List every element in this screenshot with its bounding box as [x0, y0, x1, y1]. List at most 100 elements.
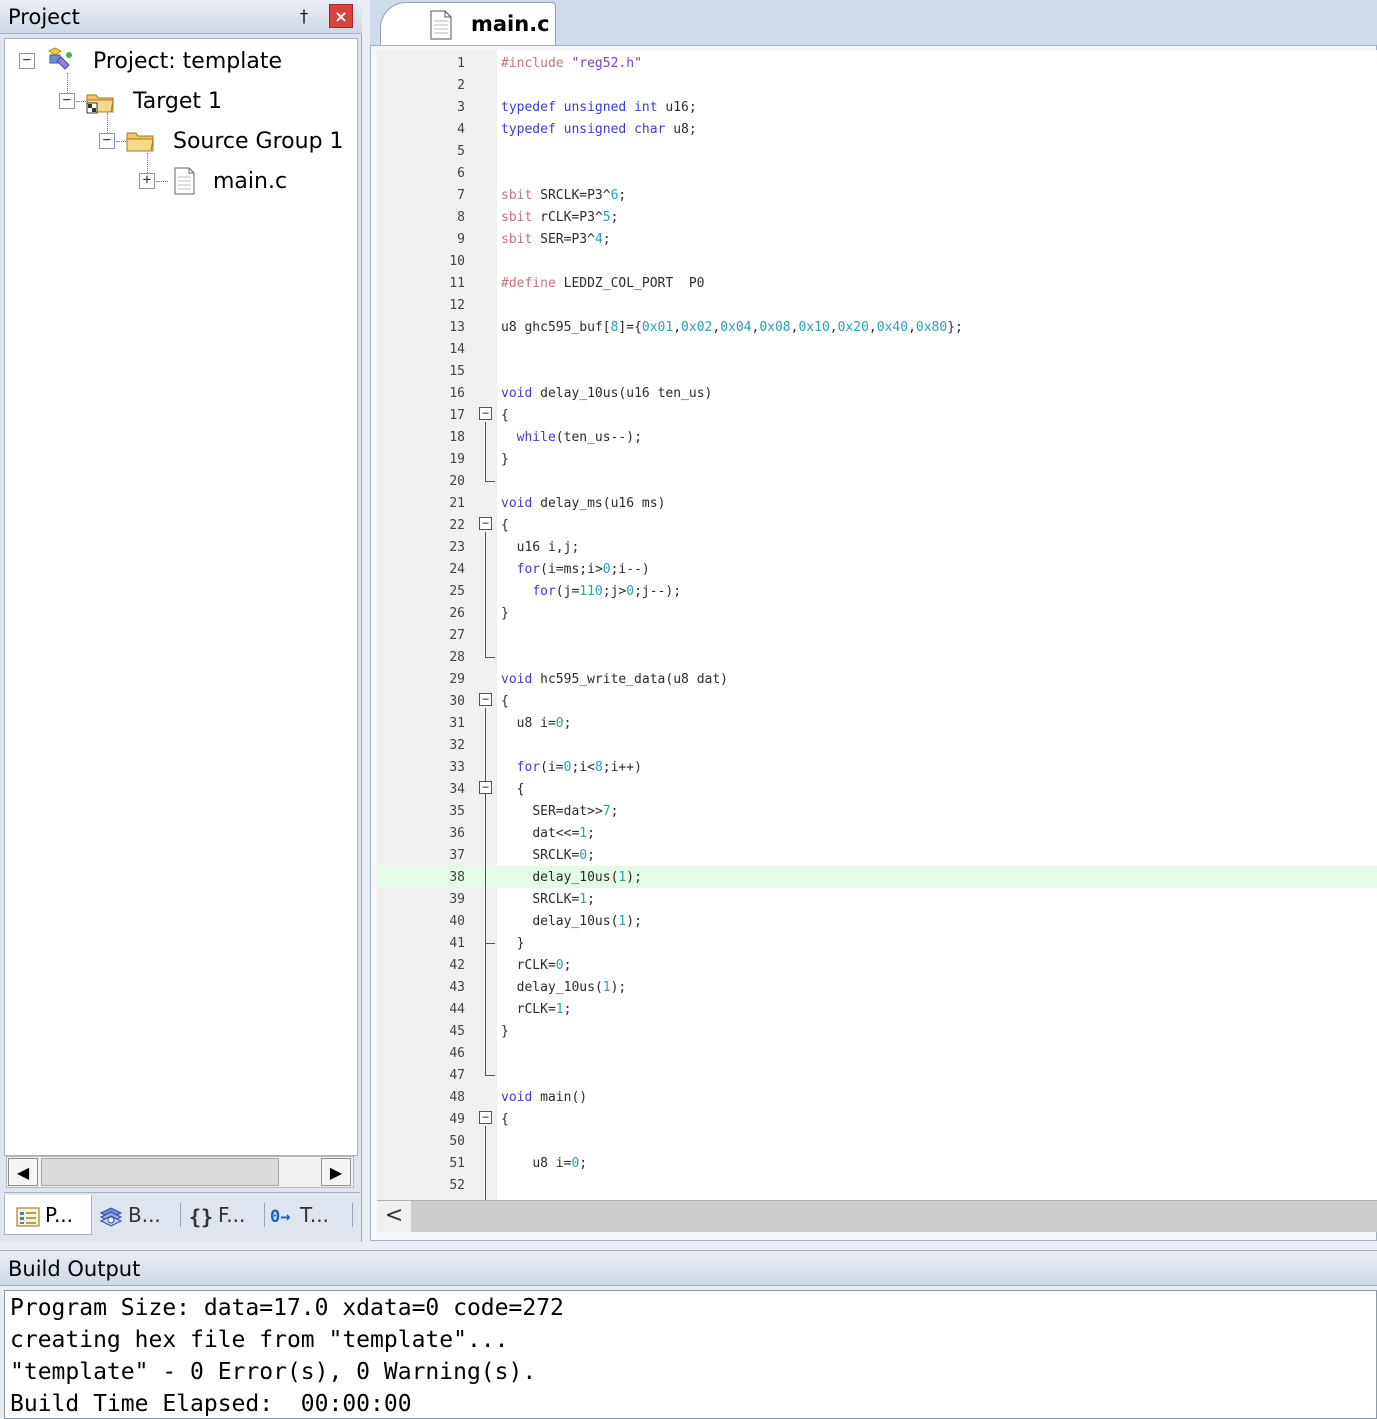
fold-collapse-icon[interactable]: −: [479, 781, 492, 794]
code-line[interactable]: 22 {: [377, 514, 1377, 536]
tree-item-target[interactable]: − Target 1: [5, 85, 355, 117]
code-text: }: [516, 936, 525, 951]
code-line[interactable]: 2: [377, 74, 1377, 96]
code-line[interactable]: 51 u8 i=0;: [377, 1152, 1377, 1174]
collapse-icon[interactable]: −: [99, 133, 115, 149]
line-number: 18: [449, 430, 465, 445]
code-line[interactable]: 12: [377, 294, 1377, 316]
code-line[interactable]: 34 {: [377, 778, 1377, 800]
code-line[interactable]: 4 typedef unsigned char u8;: [377, 118, 1377, 140]
code-line[interactable]: 46: [377, 1042, 1377, 1064]
tree-item-source-group[interactable]: − Source Group 1: [5, 125, 355, 157]
close-panel-button[interactable]: ×: [329, 4, 353, 28]
code-line[interactable]: 32: [377, 734, 1377, 756]
line-number: 28: [449, 650, 465, 665]
code-line[interactable]: 47: [377, 1064, 1377, 1086]
code-line[interactable]: 48 void main(): [377, 1086, 1377, 1108]
code-text: {: [501, 694, 509, 709]
expand-icon[interactable]: +: [139, 173, 155, 189]
tab-functions-label: F...: [218, 1203, 246, 1227]
project-tree: − Project: template − Target 1 − Source …: [4, 38, 358, 1156]
collapse-icon[interactable]: −: [19, 53, 35, 69]
code-line[interactable]: 27: [377, 624, 1377, 646]
code-line[interactable]: 28: [377, 646, 1377, 668]
code-line[interactable]: 16 void delay_10us(u16 ten_us): [377, 382, 1377, 404]
code-line[interactable]: 1 #include "reg52.h": [377, 52, 1377, 74]
code-line[interactable]: 3 typedef unsigned int u16;: [377, 96, 1377, 118]
code-line[interactable]: 33 for(i=0;i<8;i++): [377, 756, 1377, 778]
code-line[interactable]: 9 sbit SER=P3^4;: [377, 228, 1377, 250]
code-line[interactable]: 14: [377, 338, 1377, 360]
fold-collapse-icon[interactable]: −: [479, 517, 492, 530]
line-number: 46: [449, 1046, 465, 1061]
line-number: 30: [449, 694, 465, 709]
scroll-left-icon[interactable]: ◀: [8, 1158, 38, 1186]
code-line[interactable]: 21 void delay_ms(u16 ms): [377, 492, 1377, 514]
code-line[interactable]: 39 SRCLK=1;: [377, 888, 1377, 910]
target-folder-icon: [86, 94, 114, 114]
fold-collapse-icon[interactable]: −: [479, 693, 492, 706]
code-line[interactable]: 30 {: [377, 690, 1377, 712]
tree-item-project[interactable]: − Project: template: [5, 45, 355, 77]
tab-functions[interactable]: {} F...: [188, 1195, 262, 1235]
scroll-right-icon[interactable]: ▶: [321, 1158, 351, 1186]
code-editor[interactable]: 1 #include "reg52.h" 2 3 typedef unsigned in…: [377, 50, 1377, 1200]
code-line[interactable]: 26}: [377, 602, 1377, 624]
line-number: 48: [449, 1090, 465, 1105]
code-line[interactable]: 40 delay_10us(1);: [377, 910, 1377, 932]
tab-main-c[interactable]: main.c: [380, 2, 556, 46]
code-line[interactable]: 18 while(ten_us--);: [377, 426, 1377, 448]
tree-horizontal-scrollbar[interactable]: ◀ ▶: [6, 1156, 354, 1188]
code-line[interactable]: 43 delay_10us(1);: [377, 976, 1377, 998]
code-line[interactable]: 13 u8 ghc595_buf[8]={0x01,0x02,0x04,0x08,…: [377, 316, 1377, 338]
pin-icon[interactable]: †: [292, 5, 316, 29]
code-line[interactable]: 36 dat<<=1;: [377, 822, 1377, 844]
code-line[interactable]: 44 rCLK=1;: [377, 998, 1377, 1020]
fold-collapse-icon[interactable]: −: [479, 407, 492, 420]
code-line[interactable]: 25 for(j=110;j>0;j--);: [377, 580, 1377, 602]
code-line[interactable]: 11 #define LEDDZ_COL_PORT P0: [377, 272, 1377, 294]
code-line[interactable]: 37 SRCLK=0;: [377, 844, 1377, 866]
code-line[interactable]: 52: [377, 1174, 1377, 1196]
code-text: void delay_10us(u16 ten_us): [501, 386, 713, 401]
code-text: void main(): [501, 1090, 588, 1105]
code-line[interactable]: 23 u16 i,j;: [377, 536, 1377, 558]
tab-project[interactable]: P...: [4, 1195, 92, 1235]
fold-collapse-icon[interactable]: −: [479, 1111, 492, 1124]
build-output-panel[interactable]: Program Size: data=17.0 xdata=0 code=272…: [4, 1290, 1377, 1419]
code-line[interactable]: 10: [377, 250, 1377, 272]
code-line[interactable]: 20: [377, 470, 1377, 492]
code-text: u16 i,j;: [516, 540, 580, 555]
tree-item-file[interactable]: + main.c: [5, 165, 355, 197]
code-line[interactable]: 31 u8 i=0;: [377, 712, 1377, 734]
scroll-left-icon[interactable]: <: [377, 1201, 411, 1232]
line-number: 45: [449, 1024, 465, 1039]
tab-templates[interactable]: 0→ T...: [270, 1195, 350, 1235]
line-number: 11: [449, 276, 465, 291]
code-line[interactable]: 41 }: [377, 932, 1377, 954]
code-line[interactable]: 17 {: [377, 404, 1377, 426]
code-line[interactable]: 8 sbit rCLK=P3^5;: [377, 206, 1377, 228]
code-line[interactable]: 45}: [377, 1020, 1377, 1042]
code-line[interactable]: 35 SER=dat>>7;: [377, 800, 1377, 822]
code-line[interactable]: 19}: [377, 448, 1377, 470]
collapse-icon[interactable]: −: [59, 93, 75, 109]
code-line[interactable]: 7 sbit SRCLK=P3^6;: [377, 184, 1377, 206]
code-line[interactable]: 29 void hc595_write_data(u8 dat): [377, 668, 1377, 690]
editor-horizontal-scrollbar[interactable]: <: [377, 1200, 1377, 1232]
code-line[interactable]: 50: [377, 1130, 1377, 1152]
code-line[interactable]: 6: [377, 162, 1377, 184]
code-line[interactable]: 38 delay_10us(1);: [377, 866, 1377, 888]
code-line[interactable]: 49 {: [377, 1108, 1377, 1130]
code-line[interactable]: 5: [377, 140, 1377, 162]
tree-label-file: main.c: [213, 169, 288, 194]
build-output-header: Build Output: [0, 1250, 1377, 1286]
code-text: u8 ghc595_buf[8]={0x01,0x02,0x04,0x08,0x…: [501, 320, 963, 335]
code-line[interactable]: 24 for(i=ms;i>0;i--): [377, 558, 1377, 580]
scrollbar-thumb[interactable]: [41, 1158, 279, 1186]
build-output-line: Program Size: data=17.0 xdata=0 code=272: [10, 1295, 564, 1321]
code-line[interactable]: 42 rCLK=0;: [377, 954, 1377, 976]
code-text: delay_10us(1);: [532, 914, 642, 929]
tab-books[interactable]: B...: [98, 1195, 178, 1235]
code-line[interactable]: 15: [377, 360, 1377, 382]
